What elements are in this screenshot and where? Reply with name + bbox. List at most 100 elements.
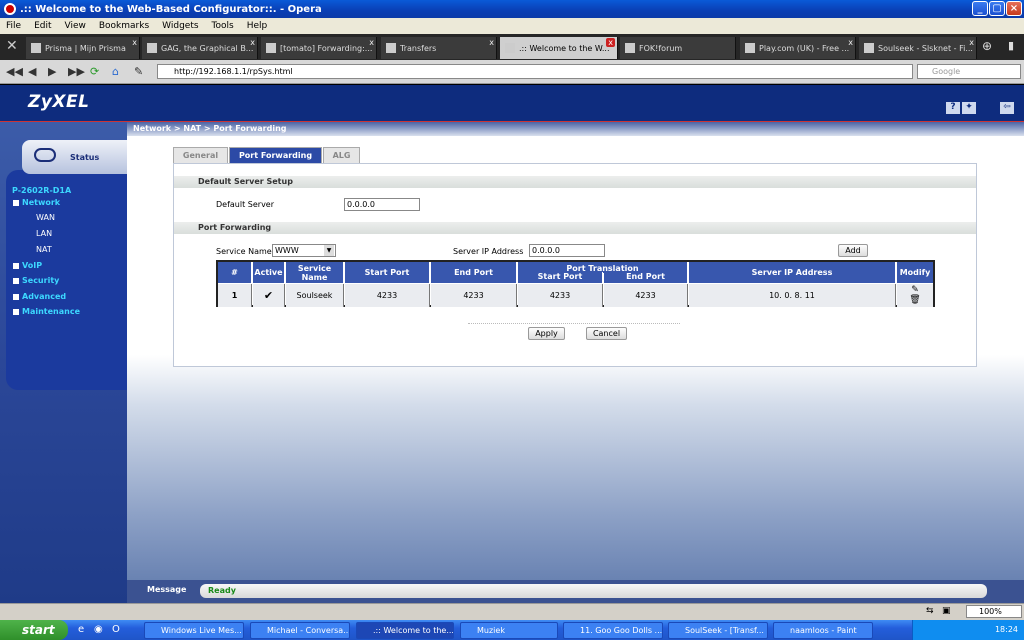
menu-file[interactable]: File [6, 21, 21, 31]
taskbar-item-conversation[interactable]: Michael - Conversa... [250, 622, 350, 639]
column-header-end-port: End Port [431, 262, 517, 283]
delete-icon[interactable]: 🗑 [897, 295, 933, 305]
search-input[interactable]: Google [917, 64, 1021, 79]
menu-tools[interactable]: Tools [212, 21, 234, 31]
row-num: 1 [218, 284, 252, 307]
new-tab-icon[interactable]: ⊕ [982, 39, 992, 53]
fast-forward-icon[interactable]: ▶▶ [68, 65, 85, 78]
column-header-translation-start: Start Port [518, 272, 603, 283]
breadcrumb: Network > NAT > Port Forwarding [127, 122, 1024, 136]
help-icon[interactable]: ? [946, 102, 960, 114]
tab-general[interactable]: General [173, 147, 228, 163]
tab-alg[interactable]: ALG [323, 147, 360, 163]
home-icon[interactable]: ⌂ [112, 65, 119, 78]
active-checkbox[interactable]: ✔ [253, 284, 285, 307]
sidebar-item-maintenance[interactable]: Maintenance [13, 307, 80, 316]
tab-playcom[interactable]: Play.com (UK) - Free ... x [740, 37, 856, 59]
modify-cell: ✎ 🗑 [897, 284, 933, 307]
menu-edit[interactable]: Edit [34, 21, 51, 31]
quicklaunch-opera-icon[interactable]: O [112, 624, 120, 635]
page-icon [31, 43, 41, 53]
browser-status-bar: ⇆ ▣ [0, 603, 1024, 620]
close-tab-icon[interactable]: x [606, 38, 615, 47]
sidebar-item-nat[interactable]: NAT [36, 245, 52, 254]
message-label: Message [147, 585, 187, 594]
close-tab-icon[interactable]: x [489, 38, 494, 47]
add-button[interactable]: Add [838, 244, 868, 257]
taskbar-item-paint[interactable]: naamloos - Paint [773, 622, 873, 639]
server-ip-label: Server IP Address [453, 247, 524, 256]
reload-icon[interactable]: ⟳ [90, 65, 99, 78]
row-start-port: 4233 [345, 284, 430, 307]
close-tab-icon[interactable]: x [848, 38, 853, 47]
quicklaunch-firefox-icon[interactable]: ◉ [94, 624, 103, 635]
forward-icon[interactable]: ▶ [48, 65, 56, 78]
close-button[interactable]: × [1006, 1, 1022, 16]
column-header-start-port: Start Port [345, 262, 430, 283]
sidebar-item-network[interactable]: Network [13, 198, 60, 207]
expand-icon [13, 308, 19, 315]
column-header-active: Active [253, 262, 285, 283]
maximize-button[interactable]: ▢ [989, 1, 1005, 16]
clock[interactable]: 18:24 [995, 625, 1018, 634]
service-name-select[interactable]: WWW ▼ [272, 244, 336, 257]
default-server-field[interactable]: 0.0.0.0 [344, 198, 420, 211]
service-name-label: Service Name [216, 247, 272, 256]
checkmark-icon: ✔ [263, 289, 274, 302]
close-tab-icon[interactable]: x [969, 38, 974, 47]
image-icon[interactable]: ▣ [942, 606, 951, 616]
taskbar-item-opera[interactable]: .:: Welcome to the... [356, 622, 454, 639]
tab-soulseek[interactable]: Soulseek - Slsknet - Fi... x [859, 37, 977, 59]
zoom-control[interactable]: 100% [966, 605, 1022, 618]
start-button[interactable]: start [0, 620, 68, 640]
close-tab-icon[interactable]: x [250, 38, 255, 47]
row-service: Soulseek [286, 284, 344, 307]
tab-bar: ✕ Prisma | Mijn Prisma x GAG, the Graphic… [0, 34, 1024, 60]
edit-icon[interactable]: ✎ [897, 285, 933, 295]
close-tab-icon[interactable]: x [369, 38, 374, 47]
column-header-server-ip: Server IP Address [689, 262, 896, 283]
address-field[interactable]: http://192.168.1.1/rpSys.html [157, 64, 913, 79]
expand-icon [13, 293, 19, 300]
menu-bookmarks[interactable]: Bookmarks [99, 21, 149, 31]
taskbar-item-goo-goo-dolls[interactable]: 11. Goo Goo Dolls ... [563, 622, 663, 639]
system-tray: 18:24 [912, 620, 1024, 640]
tools-icon[interactable]: ✕ [6, 38, 18, 54]
tab-transfers[interactable]: Transfers x [381, 37, 497, 59]
sidebar-item-voip[interactable]: VoIP [13, 261, 42, 270]
tab-port-forwarding[interactable]: Port Forwarding [229, 147, 322, 163]
menu-view[interactable]: View [65, 21, 86, 31]
logout-icon[interactable]: ⇦ [1000, 102, 1014, 114]
server-ip-field[interactable]: 0.0.0.0 [529, 244, 605, 257]
trash-icon[interactable]: ▮ [1008, 39, 1014, 52]
sidebar-item-wan[interactable]: WAN [36, 213, 55, 222]
status-tab[interactable]: Status [22, 140, 127, 174]
tab-gag[interactable]: GAG, the Graphical B... x [142, 37, 258, 59]
sidebar-item-lan[interactable]: LAN [36, 229, 52, 238]
row-translation-start: 4233 [518, 284, 603, 307]
tab-zyxel[interactable]: .:: Welcome to the W... x [500, 37, 618, 59]
quicklaunch-ie-icon[interactable]: e [78, 624, 84, 635]
sidebar-item-security[interactable]: Security [13, 276, 59, 285]
tab-prisma[interactable]: Prisma | Mijn Prisma x [26, 37, 140, 59]
back-icon[interactable]: ◀ [28, 65, 36, 78]
wizard-icon[interactable]: ✦ [962, 102, 976, 114]
menu-help[interactable]: Help [247, 21, 268, 31]
minimize-button[interactable]: _ [972, 1, 988, 16]
network-icon[interactable]: ⇆ [926, 606, 934, 616]
close-tab-icon[interactable]: x [132, 38, 137, 47]
taskbar-item-soulseek[interactable]: SoulSeek - [Transf... [668, 622, 768, 639]
page-icon [625, 43, 635, 53]
router-icon [34, 148, 56, 162]
taskbar-item-muziek[interactable]: Muziek [460, 622, 558, 639]
cancel-button[interactable]: Cancel [586, 327, 627, 340]
rewind-icon[interactable]: ◀◀ [6, 65, 23, 78]
tab-tomato[interactable]: [tomato] Forwarding:... x [261, 37, 377, 59]
taskbar-item-windows-live[interactable]: Windows Live Mes... [144, 622, 244, 639]
tab-fokforum[interactable]: FOK!forum [620, 37, 736, 59]
sidebar-item-advanced[interactable]: Advanced [13, 292, 66, 301]
menu-widgets[interactable]: Widgets [162, 21, 198, 31]
apply-button[interactable]: Apply [528, 327, 565, 340]
edit-icon[interactable]: ✎ [134, 65, 143, 78]
page-icon [266, 43, 276, 53]
